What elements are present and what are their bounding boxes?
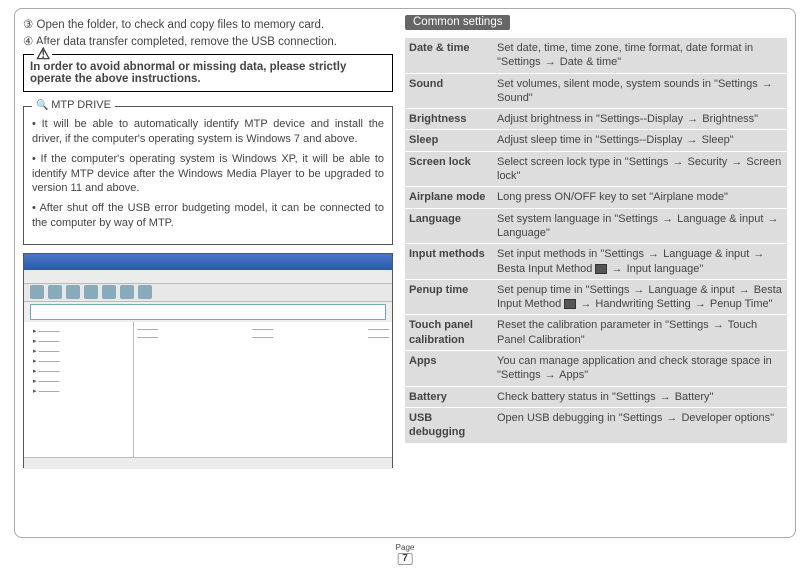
address-bar bbox=[30, 304, 386, 320]
mtp-drive-title: MTP DRIVE bbox=[32, 98, 115, 113]
status-bar bbox=[24, 457, 392, 469]
settings-value: Set system language in "Settings → Langu… bbox=[493, 209, 787, 244]
settings-value: Check battery status in "Settings → Batt… bbox=[493, 387, 787, 407]
mtp-note-3: • After shut off the USB error budgeting… bbox=[32, 201, 384, 231]
explorer-file-list: ————————— ————————— bbox=[134, 322, 392, 457]
page-label: Page bbox=[396, 544, 415, 552]
settings-row: Penup timeSet penup time in "Settings → … bbox=[405, 280, 787, 315]
list-row: ————————— bbox=[137, 326, 389, 333]
explorer-body: ▸ ——— ▸ ——— ▸ ——— ▸ ——— ▸ ——— ▸ ——— ▸ ——… bbox=[24, 322, 392, 457]
instruction-step-4: ④ After data transfer completed, remove … bbox=[23, 34, 393, 48]
settings-row: USB debuggingOpen USB debugging in "Sett… bbox=[405, 408, 787, 443]
settings-value: Open USB debugging in "Settings → Develo… bbox=[493, 408, 787, 443]
settings-value: Adjust brightness in "Settings--Display … bbox=[493, 109, 787, 129]
tree-item: ▸ ——— bbox=[27, 327, 130, 335]
right-column: Common settings Date & timeSet date, tim… bbox=[405, 15, 787, 529]
file-explorer-screenshot: ▸ ——— ▸ ——— ▸ ——— ▸ ——— ▸ ——— ▸ ——— ▸ ——… bbox=[23, 253, 393, 468]
tree-item: ▸ ——— bbox=[27, 377, 130, 385]
settings-value: You can manage application and check sto… bbox=[493, 351, 787, 386]
tree-item: ▸ ——— bbox=[27, 367, 130, 375]
settings-key: Penup time bbox=[405, 280, 493, 315]
settings-key: Sound bbox=[405, 74, 493, 109]
settings-value: Adjust sleep time in "Settings--Display … bbox=[493, 130, 787, 150]
page-number: Page 7 bbox=[396, 544, 415, 565]
common-settings-header: Common settings bbox=[405, 15, 510, 30]
toolbar-icon bbox=[66, 285, 80, 299]
keyboard-icon bbox=[595, 264, 607, 274]
window-menubar bbox=[24, 270, 392, 284]
toolbar-icon bbox=[102, 285, 116, 299]
tree-item: ▸ ——— bbox=[27, 387, 130, 395]
tree-item: ▸ ——— bbox=[27, 337, 130, 345]
settings-value: Long press ON/OFF key to set "Airplane m… bbox=[493, 187, 787, 207]
settings-value: Set volumes, silent mode, system sounds … bbox=[493, 74, 787, 109]
keyboard-icon bbox=[564, 299, 576, 309]
settings-row: LanguageSet system language in "Settings… bbox=[405, 209, 787, 244]
settings-key: USB debugging bbox=[405, 408, 493, 443]
settings-row: Touch panel calibrationReset the calibra… bbox=[405, 315, 787, 350]
warning-text: In order to avoid abnormal or missing da… bbox=[30, 61, 386, 85]
settings-value: Set date, time, time zone, time format, … bbox=[493, 38, 787, 73]
toolbar-icon bbox=[48, 285, 62, 299]
settings-table: Date & timeSet date, time, time zone, ti… bbox=[405, 38, 787, 443]
settings-key: Sleep bbox=[405, 130, 493, 150]
settings-key: Date & time bbox=[405, 38, 493, 73]
settings-value: Reset the calibration parameter in "Sett… bbox=[493, 315, 787, 350]
settings-row: Screen lockSelect screen lock type in "S… bbox=[405, 152, 787, 187]
tree-item: ▸ ——— bbox=[27, 347, 130, 355]
list-row: ————————— bbox=[137, 334, 389, 341]
settings-key: Apps bbox=[405, 351, 493, 386]
tree-item: ▸ ——— bbox=[27, 357, 130, 365]
warning-icon: ⚠ bbox=[34, 44, 52, 64]
settings-key: Airplane mode bbox=[405, 187, 493, 207]
mtp-note-2: • If the computer's operating system is … bbox=[32, 152, 384, 197]
settings-value: Select screen lock type in "Settings → S… bbox=[493, 152, 787, 187]
toolbar-icon bbox=[30, 285, 44, 299]
settings-key: Screen lock bbox=[405, 152, 493, 187]
mtp-drive-box: MTP DRIVE • It will be able to automatic… bbox=[23, 106, 393, 245]
settings-key: Language bbox=[405, 209, 493, 244]
settings-row: SleepAdjust sleep time in "Settings--Dis… bbox=[405, 130, 787, 150]
window-toolbar bbox=[24, 284, 392, 302]
settings-row: Date & timeSet date, time, time zone, ti… bbox=[405, 38, 787, 73]
warning-box: ⚠ In order to avoid abnormal or missing … bbox=[23, 54, 393, 92]
settings-row: AppsYou can manage application and check… bbox=[405, 351, 787, 386]
settings-row: BrightnessAdjust brightness in "Settings… bbox=[405, 109, 787, 129]
settings-value: Set input methods in "Settings → Languag… bbox=[493, 244, 787, 279]
page-frame: ③ Open the folder, to check and copy fil… bbox=[14, 8, 796, 538]
settings-value: Set penup time in "Settings → Language &… bbox=[493, 280, 787, 315]
toolbar-icon bbox=[84, 285, 98, 299]
window-titlebar bbox=[24, 254, 392, 270]
instruction-step-3: ③ Open the folder, to check and copy fil… bbox=[23, 17, 393, 31]
page-number-value: 7 bbox=[397, 553, 413, 565]
settings-row: SoundSet volumes, silent mode, system so… bbox=[405, 74, 787, 109]
toolbar-icon bbox=[120, 285, 134, 299]
explorer-sidebar: ▸ ——— ▸ ——— ▸ ——— ▸ ——— ▸ ——— ▸ ——— ▸ ——… bbox=[24, 322, 134, 457]
settings-row: BatteryCheck battery status in "Settings… bbox=[405, 387, 787, 407]
toolbar-icon bbox=[138, 285, 152, 299]
mtp-note-1: • It will be able to automatically ident… bbox=[32, 117, 384, 147]
settings-row: Input methodsSet input methods in "Setti… bbox=[405, 244, 787, 279]
settings-key: Touch panel calibration bbox=[405, 315, 493, 350]
left-column: ③ Open the folder, to check and copy fil… bbox=[23, 15, 393, 529]
settings-row: Airplane modeLong press ON/OFF key to se… bbox=[405, 187, 787, 207]
settings-key: Input methods bbox=[405, 244, 493, 279]
settings-key: Battery bbox=[405, 387, 493, 407]
settings-key: Brightness bbox=[405, 109, 493, 129]
